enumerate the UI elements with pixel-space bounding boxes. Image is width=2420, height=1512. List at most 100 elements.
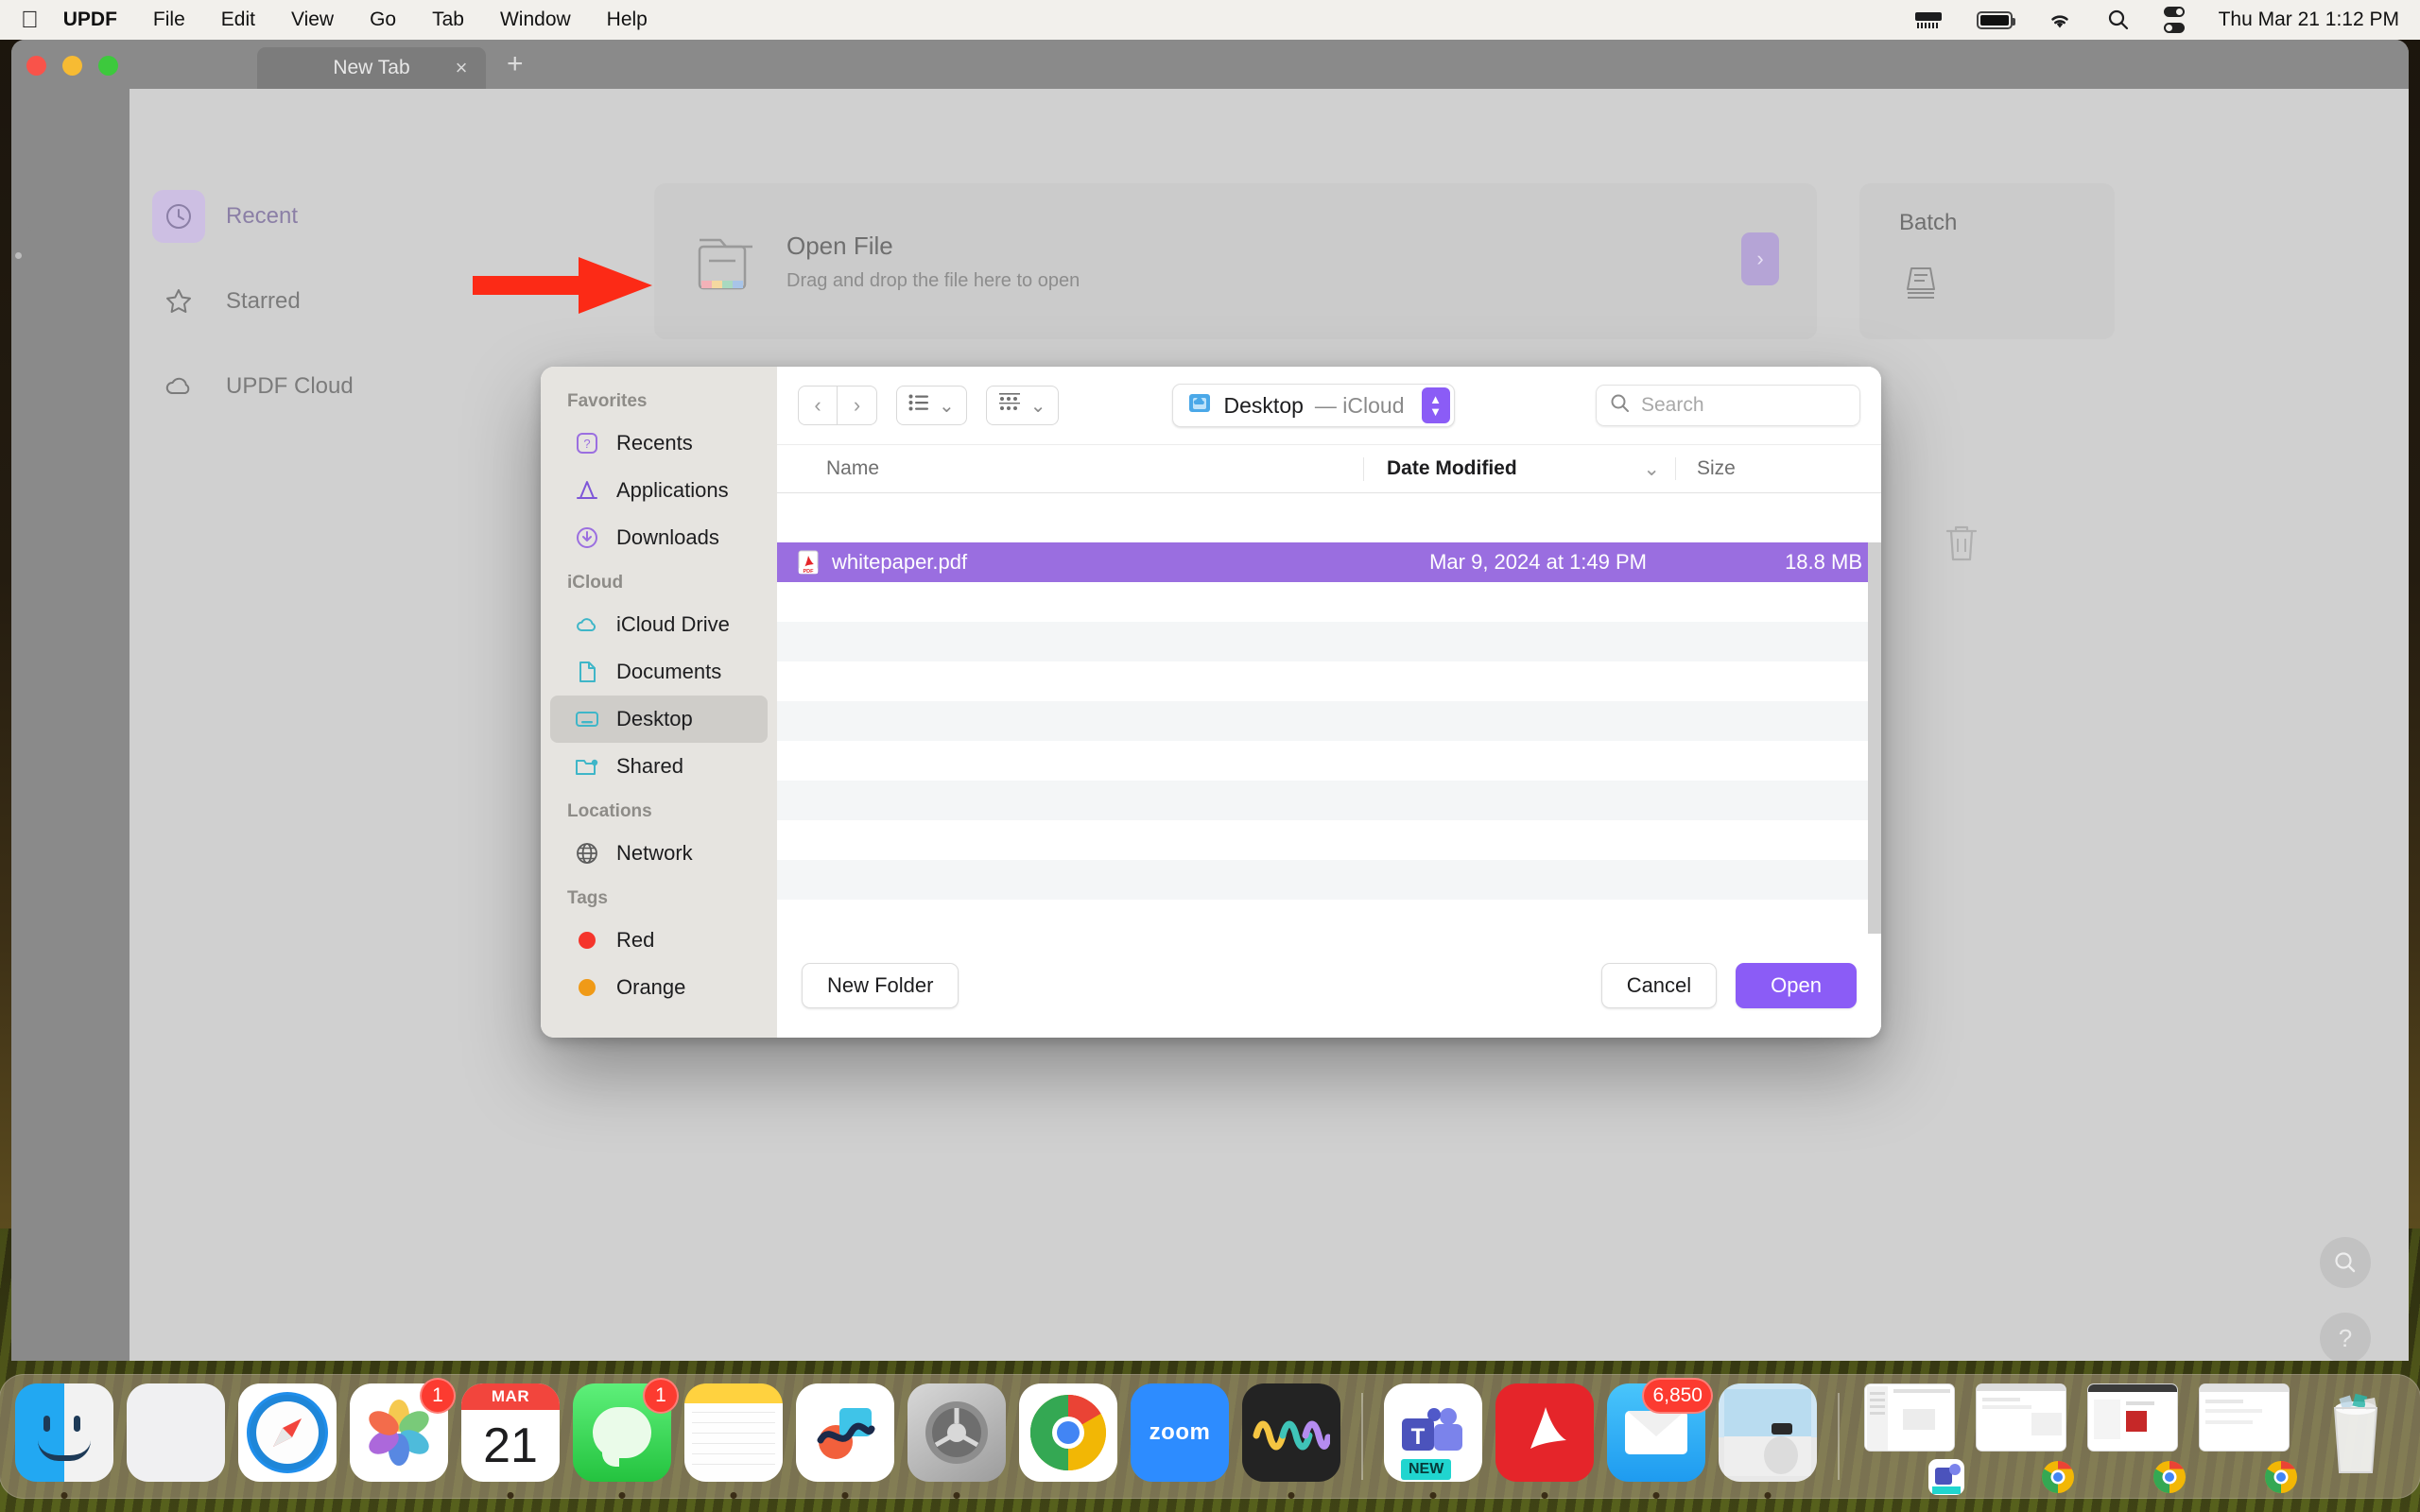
search-fab-button[interactable] xyxy=(2320,1237,2371,1288)
minimized-window-chrome-1[interactable] xyxy=(1972,1383,2074,1493)
keyboard-icon[interactable] xyxy=(1914,9,1943,30)
window-thumbnail xyxy=(2087,1383,2178,1452)
safari-icon xyxy=(238,1383,337,1482)
sidebar-item-label: Red xyxy=(616,928,655,952)
menu-item-help[interactable]: Help xyxy=(607,9,648,31)
vertical-scrollbar[interactable] xyxy=(1868,542,1881,934)
minimized-window-chrome-3[interactable] xyxy=(2195,1383,2297,1493)
applications-icon xyxy=(571,478,603,503)
battery-icon[interactable] xyxy=(1976,10,2015,29)
sidebar-item-label: Recents xyxy=(616,431,693,455)
menu-bar-clock[interactable]: Thu Mar 21 1:12 PM xyxy=(2219,9,2399,31)
sidebar-item-recent[interactable]: Recent xyxy=(130,187,536,246)
running-indicator xyxy=(1429,1492,1437,1499)
tab-new-tab[interactable]: New Tab × xyxy=(257,47,486,89)
dock-item-launchpad[interactable] xyxy=(127,1383,225,1489)
list-view-dropdown[interactable]: ⌄ xyxy=(896,386,967,425)
add-tab-button[interactable]: + xyxy=(507,50,524,78)
new-folder-button[interactable]: New Folder xyxy=(802,963,959,1008)
menu-item-window[interactable]: Window xyxy=(500,9,571,31)
menu-item-edit[interactable]: Edit xyxy=(221,9,255,31)
sidebar-item-label: Recent xyxy=(226,203,299,229)
sidebar-item-desktop[interactable]: Desktop xyxy=(550,696,768,743)
documents-icon xyxy=(571,660,603,684)
apple-logo-icon[interactable]:  xyxy=(21,8,39,32)
search-input[interactable]: Search xyxy=(1596,385,1860,426)
column-header-date-label: Date Modified xyxy=(1387,457,1517,479)
sidebar-item-recents[interactable]: ? Recents xyxy=(550,420,768,467)
dock-item-finder[interactable] xyxy=(15,1383,113,1499)
back-button[interactable]: ‹ xyxy=(798,386,838,425)
column-header-name[interactable]: Name xyxy=(777,457,1363,480)
menu-item-go[interactable]: Go xyxy=(370,9,396,31)
dock-item-teams[interactable]: T NEW xyxy=(1384,1383,1482,1499)
dock-item-wavelength[interactable] xyxy=(1242,1383,1340,1499)
open-button[interactable]: Open xyxy=(1736,963,1857,1008)
empty-row xyxy=(777,582,1881,622)
table-row[interactable]: PDF whitepaper.pdf Mar 9, 2024 at 1:49 P… xyxy=(777,542,1881,582)
help-fab-button[interactable]: ? xyxy=(2320,1313,2371,1361)
file-list[interactable]: PDF whitepaper.pdf Mar 9, 2024 at 1:49 P… xyxy=(777,542,1881,934)
sidebar-group-title-favorites: Favorites xyxy=(567,391,648,411)
teams-icon: T NEW xyxy=(1384,1383,1482,1482)
cancel-button[interactable]: Cancel xyxy=(1600,963,1718,1008)
notification-badge: 1 xyxy=(420,1378,456,1414)
group-view-dropdown[interactable]: ⌄ xyxy=(985,386,1059,425)
menu-item-file[interactable]: File xyxy=(153,9,185,31)
dock-item-system-settings[interactable] xyxy=(908,1383,1006,1499)
menu-item-view[interactable]: View xyxy=(291,9,334,31)
chevron-down-icon: ⌄ xyxy=(939,395,955,417)
dock-item-zoom[interactable]: zoom xyxy=(1131,1383,1229,1489)
minimized-window-chrome-2[interactable] xyxy=(2083,1383,2186,1493)
folder-icloud-icon xyxy=(1186,390,1213,421)
wifi-icon[interactable] xyxy=(2047,9,2073,30)
sidebar-item-tag-red[interactable]: Red xyxy=(550,917,768,964)
dock-item-acrobat[interactable] xyxy=(1495,1383,1594,1499)
forward-button[interactable]: › xyxy=(838,386,877,425)
column-header-date-modified[interactable]: Date Modified ⌄ xyxy=(1363,456,1675,481)
dock-item-mail[interactable]: 6,850 xyxy=(1607,1378,1713,1499)
search-icon[interactable] xyxy=(2107,9,2130,31)
sidebar-item-downloads[interactable]: Downloads xyxy=(550,514,768,561)
cloud-icon xyxy=(152,360,205,413)
maximize-window-button[interactable] xyxy=(98,56,118,76)
running-indicator xyxy=(1541,1492,1548,1499)
sidebar-item-applications[interactable]: Applications xyxy=(550,467,768,514)
stepper-updown-icon[interactable]: ▲ ▼ xyxy=(1421,387,1450,423)
sidebar-item-icloud-drive[interactable]: iCloud Drive xyxy=(550,601,768,648)
file-name: whitepaper.pdf xyxy=(832,550,968,574)
sidebar-item-updf-cloud[interactable]: UPDF Cloud xyxy=(130,357,536,416)
open-file-dialog: Favorites ? Recents Applications Downloa… xyxy=(541,367,1881,1038)
delete-recent-icon[interactable] xyxy=(1940,519,1983,566)
menu-item-tab[interactable]: Tab xyxy=(432,9,464,31)
path-popup-button[interactable]: Desktop — iCloud ▲ ▼ xyxy=(1171,384,1455,427)
dock-item-preview[interactable] xyxy=(1719,1383,1817,1499)
close-window-button[interactable] xyxy=(26,56,46,76)
column-header-size[interactable]: Size xyxy=(1675,457,1881,480)
minimize-window-button[interactable] xyxy=(62,56,82,76)
open-file-texts: Open File Drag and drop the file here to… xyxy=(786,232,1080,292)
search-icon xyxy=(1610,393,1630,419)
close-icon[interactable]: × xyxy=(450,57,473,79)
dock-item-freeform[interactable] xyxy=(796,1383,894,1499)
control-center-icon[interactable] xyxy=(2163,7,2185,33)
menu-item-updf[interactable]: UPDF xyxy=(63,9,117,31)
sidebar-group-title-icloud: iCloud xyxy=(567,573,624,593)
minimized-window-teams[interactable] xyxy=(1860,1383,1964,1495)
path-label: Desktop xyxy=(1223,392,1304,418)
dock-item-trash[interactable] xyxy=(2307,1383,2405,1489)
dock-item-photos[interactable]: 1 xyxy=(350,1378,456,1489)
dock-item-chrome[interactable] xyxy=(1019,1383,1117,1489)
sidebar-item-tag-orange[interactable]: Orange xyxy=(550,964,768,1011)
chevron-right-icon[interactable]: › xyxy=(1741,232,1779,285)
dock-item-safari[interactable] xyxy=(238,1383,337,1489)
dock-item-notes[interactable] xyxy=(684,1383,783,1499)
open-file-card[interactable]: Open File Drag and drop the file here to… xyxy=(654,183,1817,339)
batch-card[interactable]: Batch xyxy=(1859,183,2115,339)
dock-item-messages[interactable]: 1 xyxy=(573,1378,679,1499)
sidebar-item-network[interactable]: Network xyxy=(550,830,768,877)
sidebar-toggle-handle[interactable] xyxy=(11,221,32,289)
sidebar-item-documents[interactable]: Documents xyxy=(550,648,768,696)
sidebar-item-shared[interactable]: Shared xyxy=(550,743,768,790)
dock-item-calendar[interactable]: MAR 21 xyxy=(461,1383,560,1499)
